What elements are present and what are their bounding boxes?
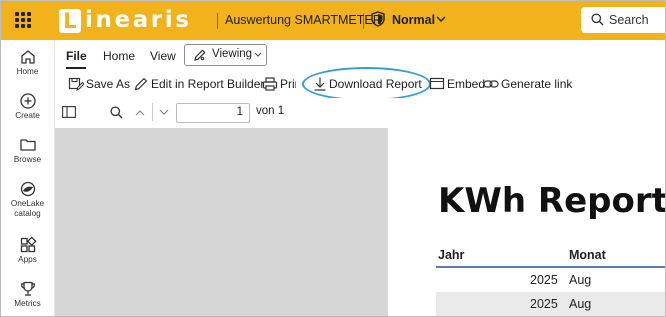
table-header: Jahr Monat <box>436 244 665 268</box>
save-as-icon <box>68 77 84 92</box>
nav-label: Browse <box>13 155 42 164</box>
sensitivity-label[interactable]: Normal <box>392 13 435 27</box>
onelake-icon <box>20 181 35 197</box>
report-name[interactable]: Auswertung SMARTMETER <box>225 13 382 27</box>
nav-label: Metrics <box>14 299 41 308</box>
trophy-icon <box>20 281 35 296</box>
generate-link-label: Generate link <box>501 77 573 91</box>
search-icon <box>591 13 604 26</box>
home-icon <box>20 50 35 64</box>
folder-icon <box>19 139 36 151</box>
nav-onelake-catalog[interactable]: OneLake catalog <box>1 180 54 219</box>
top-bar: L inearis Auswertung SMARTMETER Normal S… <box>1 1 665 40</box>
viewing-mode-dropdown[interactable]: Viewing <box>184 44 267 66</box>
cell-jahr: 2025 <box>530 273 558 287</box>
active-tab-indicator <box>66 67 86 69</box>
app-launcher-icon[interactable] <box>15 12 31 28</box>
chevron-up-icon[interactable] <box>135 109 145 116</box>
nav-label: Create <box>15 111 40 120</box>
download-highlight-circle <box>302 67 431 101</box>
print-label: Print <box>280 77 296 91</box>
plus-circle-icon <box>19 93 36 109</box>
nav-label-line2: catalog <box>14 209 41 218</box>
cell-monat: Aug <box>569 273 592 287</box>
chevron-down-icon[interactable] <box>159 109 169 116</box>
zoom-icon[interactable] <box>110 106 123 119</box>
divider <box>152 103 153 121</box>
page-count: von 1 <box>256 105 285 117</box>
column-header-monat: Monat <box>569 248 606 262</box>
link-icon <box>483 80 499 88</box>
tab-view[interactable]: View <box>150 49 176 63</box>
nav-label: OneLake <box>10 199 45 208</box>
printer-icon <box>262 77 278 91</box>
chevron-down-icon <box>254 52 262 57</box>
pencil-icon <box>134 77 148 91</box>
nav-label: Home <box>16 67 39 76</box>
cell-jahr: 2025 <box>530 297 558 311</box>
paging-bar: 1 von 1 <box>55 98 665 129</box>
pencil-icon <box>194 49 206 61</box>
sidebar-toggle-icon[interactable] <box>62 106 76 118</box>
ribbon: File Home View Viewing Save As Edit in R… <box>55 40 665 101</box>
nav-metrics[interactable]: Metrics <box>1 280 54 309</box>
table-row: 2025 Aug <box>436 268 665 292</box>
table-row: 2025 Aug <box>436 292 665 316</box>
search-placeholder: Search <box>609 13 649 27</box>
page-number-input[interactable]: 1 <box>176 103 250 123</box>
edit-label: Edit in Report Builder <box>151 77 265 91</box>
report-page: KWh Report Jahr Monat 2025 Aug 2025 Aug <box>388 128 665 316</box>
nav-create[interactable]: Create <box>1 92 54 121</box>
nav-browse[interactable]: Browse <box>1 136 54 165</box>
logo-text: inearis <box>85 7 192 33</box>
apps-icon <box>20 236 37 253</box>
divider <box>217 13 218 29</box>
tab-file[interactable]: File <box>66 49 87 63</box>
nav-label: Apps <box>18 255 37 264</box>
column-header-jahr: Jahr <box>438 248 465 262</box>
embed-icon <box>429 77 445 90</box>
report-canvas: KWh Report Jahr Monat 2025 Aug 2025 Aug <box>55 128 665 316</box>
chevron-down-icon[interactable] <box>436 16 446 23</box>
cell-monat: Aug <box>569 297 592 311</box>
save-as-label: Save As <box>86 77 131 91</box>
logo-mark: L <box>59 9 81 33</box>
divider <box>363 13 364 29</box>
shield-icon <box>371 11 385 27</box>
nav-apps[interactable]: Apps <box>1 236 54 265</box>
tab-home[interactable]: Home <box>103 49 135 63</box>
viewing-label: Viewing <box>212 48 253 60</box>
page-number-value: 1 <box>236 106 243 118</box>
nav-home[interactable]: Home <box>1 48 54 77</box>
report-title: KWh Report <box>438 181 666 221</box>
embed-label: Embed <box>447 77 486 91</box>
search-box[interactable]: Search <box>581 7 665 33</box>
app-window: L inearis Auswertung SMARTMETER Normal S… <box>0 0 666 317</box>
left-nav: Home Create Browse OneLake catalog Apps … <box>1 40 55 316</box>
